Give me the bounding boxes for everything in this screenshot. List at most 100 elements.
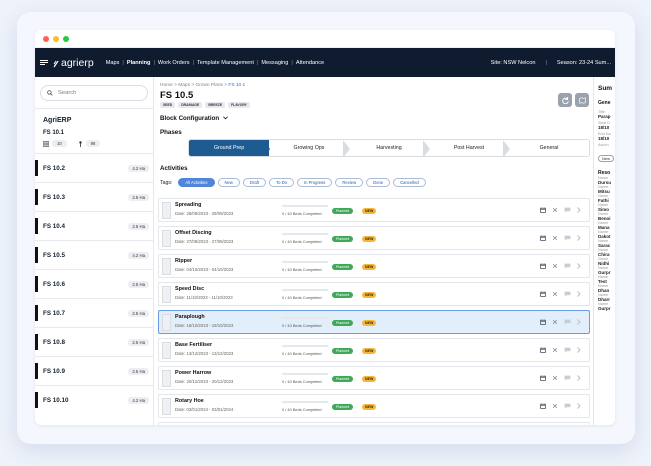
phase-step[interactable]: General <box>509 140 589 156</box>
field-list-item[interactable]: FS 10.6 2.5 Ha <box>35 269 153 298</box>
comment-icon[interactable] <box>564 235 571 241</box>
close-icon[interactable] <box>552 347 558 353</box>
menu-icon[interactable] <box>40 58 48 67</box>
comment-icon[interactable] <box>564 207 571 213</box>
filter-chip[interactable]: All Activities <box>178 178 215 187</box>
plant-icon <box>78 140 82 147</box>
comment-icon[interactable] <box>564 291 571 297</box>
activity-row[interactable]: Power Harrow Date: 20/12/2023 - 20/12/202… <box>158 366 590 390</box>
field-list-item[interactable]: FS 10.9 2.5 Ha <box>35 356 153 385</box>
field-area-badge: 2.5 Ha <box>128 367 149 375</box>
calendar-icon[interactable] <box>540 319 546 325</box>
app-logo[interactable]: agri erp <box>53 57 94 69</box>
breadcrumb-current[interactable]: FS 10.1 <box>228 83 245 88</box>
season-selector[interactable]: Season: 23-24 Sum... <box>557 60 611 66</box>
map-view-button[interactable] <box>575 93 589 107</box>
chevron-right-icon[interactable] <box>577 235 581 241</box>
maximize-window-dot[interactable] <box>63 36 69 42</box>
field-list-item[interactable]: FS 10.7 2.5 Ha <box>35 298 153 327</box>
close-icon[interactable] <box>552 375 558 381</box>
close-icon[interactable] <box>552 235 558 241</box>
field-list-item[interactable]: FS 10.10 4.2 Ha <box>35 385 153 414</box>
calendar-icon[interactable] <box>540 347 546 353</box>
activity-row[interactable]: Speed Disc Date: 11/10/2023 - 11/10/2023 0… <box>158 282 590 306</box>
comment-icon[interactable] <box>564 403 571 409</box>
chevron-right-icon[interactable] <box>577 207 581 213</box>
filter-chip[interactable]: New <box>217 178 240 187</box>
resource-entry: Name Gurpr <box>598 266 615 275</box>
search-input[interactable]: Search <box>40 85 148 101</box>
menu-attendance[interactable]: Attendance <box>293 60 327 66</box>
close-icon[interactable] <box>552 291 558 297</box>
close-icon[interactable] <box>552 403 558 409</box>
activity-row[interactable]: Paraplough Date: 18/10/2023 - 18/10/2023 0… <box>158 310 590 334</box>
menu-maps[interactable]: Maps <box>103 60 123 66</box>
activity-row[interactable]: Laying Plastic & TubeDate: 10/01/2024 - … <box>158 422 590 425</box>
chevron-right-icon[interactable] <box>577 319 581 325</box>
calendar-icon[interactable] <box>540 263 546 269</box>
field-list-item[interactable]: FS 10.3 2.5 Ha <box>35 182 153 211</box>
activity-row[interactable]: Ripper Date: 04/10/2023 - 04/10/2023 0 / 4… <box>158 254 590 278</box>
close-window-dot[interactable] <box>43 36 49 42</box>
close-icon[interactable] <box>552 207 558 213</box>
field-list-item[interactable]: FS 10.5 4.2 Ha <box>35 240 153 269</box>
action-badge: New <box>598 155 615 162</box>
phase-step[interactable]: Harvesting <box>349 140 430 156</box>
chevron-right-icon[interactable] <box>577 263 581 269</box>
filter-chip[interactable]: Review <box>335 178 364 187</box>
breadcrumb-path[interactable]: Home > Maps > Grown Plans > <box>160 83 228 88</box>
menu-messaging[interactable]: Messaging <box>258 60 291 66</box>
chevron-right-icon[interactable] <box>577 403 581 409</box>
activity-row[interactable]: Base Fertiliser Date: 13/12/2023 - 13/12/… <box>158 338 590 362</box>
close-icon[interactable] <box>552 319 558 325</box>
chevron-right-icon[interactable] <box>577 375 581 381</box>
phase-step[interactable]: Growing Ops <box>269 140 350 156</box>
section-title[interactable]: FS 10.1 <box>35 124 153 136</box>
calendar-icon[interactable] <box>540 375 546 381</box>
chevron-right-icon[interactable] <box>577 347 581 353</box>
activity-row[interactable]: Rotary Hoe Date: 03/01/2024 - 03/01/2024 0… <box>158 394 590 418</box>
comment-icon[interactable] <box>564 319 571 325</box>
chevron-right-icon[interactable] <box>577 291 581 297</box>
field-list-item[interactable]: FS 10.4 2.5 Ha <box>35 211 153 240</box>
comment-icon[interactable] <box>564 347 571 353</box>
field-marker <box>35 276 38 292</box>
calendar-icon[interactable] <box>540 207 546 213</box>
comment-icon[interactable] <box>564 263 571 269</box>
calendar-icon[interactable] <box>540 403 546 409</box>
block-configuration-toggle[interactable]: Block Configuration <box>160 115 228 122</box>
activity-thumbnail <box>162 201 171 219</box>
phase-step[interactable]: Ground Prep <box>189 140 270 156</box>
menu-work-orders[interactable]: Work Orders <box>155 60 193 66</box>
field-list-item[interactable]: FS 10.8 2.5 Ha <box>35 327 153 356</box>
filter-chip[interactable]: Done <box>366 178 391 187</box>
logo-mark-icon <box>53 59 59 67</box>
menu-planning[interactable]: Planning <box>124 60 154 66</box>
refresh-icon <box>561 96 569 104</box>
calendar-icon[interactable] <box>540 291 546 297</box>
activity-name: Spreading <box>175 202 202 208</box>
filter-chip[interactable]: In Progress <box>296 178 333 187</box>
calendar-icon[interactable] <box>540 235 546 241</box>
menu-template-management[interactable]: Template Management <box>194 60 257 66</box>
close-icon[interactable] <box>552 263 558 269</box>
filter-chip[interactable]: To Do <box>268 178 294 187</box>
field-marker <box>35 160 38 176</box>
refresh-button[interactable] <box>558 93 572 107</box>
field-list-item[interactable]: FS 10.2 4.2 Ha <box>35 153 153 182</box>
progress-bar <box>282 261 328 263</box>
activity-date: Date: 20/12/2023 - 20/12/2023 <box>175 379 234 384</box>
minimize-window-dot[interactable] <box>53 36 59 42</box>
filter-chip[interactable]: Draft <box>242 178 266 187</box>
plant-count-pill: 98 <box>85 140 101 147</box>
filter-chip[interactable]: Cancelled <box>393 178 426 187</box>
site-selector[interactable]: Site: NSW Nelcon <box>491 60 536 66</box>
activity-row[interactable]: Spreading Date: 28/09/2023 - 28/09/2023 0 … <box>158 198 590 222</box>
comment-icon[interactable] <box>564 375 571 381</box>
phase-step[interactable]: Post Harvest <box>429 140 510 156</box>
end-date-value: 18/10 <box>598 136 610 141</box>
progress-text: 0 / 40 Beds Completed <box>282 239 322 244</box>
row-actions <box>540 291 581 297</box>
activity-row[interactable]: Offset Discing Date: 27/09/2023 - 27/09/2… <box>158 226 590 250</box>
nav-right: Site: NSW Nelcon | Season: 23-24 Sum... <box>491 60 611 66</box>
